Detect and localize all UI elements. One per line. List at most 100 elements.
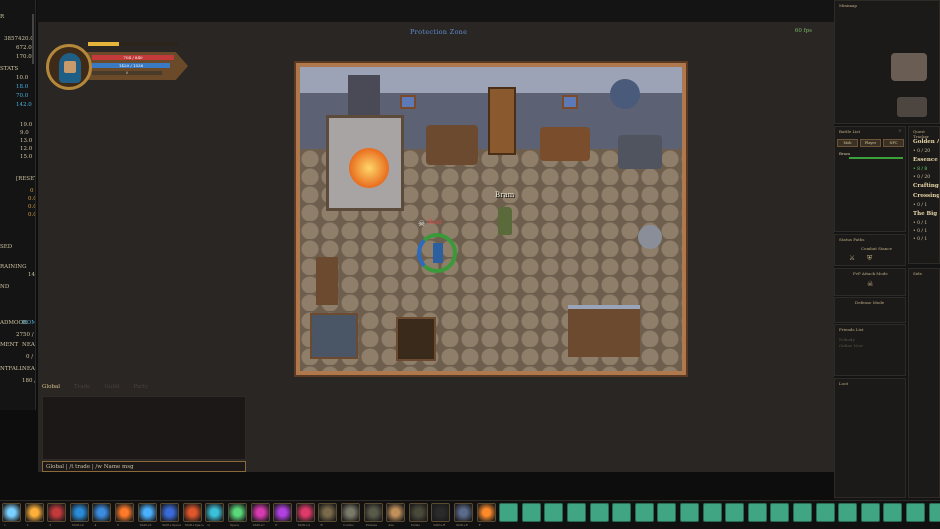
anvil[interactable] [618, 135, 662, 169]
empty-skill-slot[interactable] [838, 503, 858, 522]
mana-bar: 1420 / 1536 [92, 63, 170, 68]
shield-icon [610, 79, 640, 109]
skill-slot[interactable] [228, 503, 247, 522]
empty-skill-slot[interactable] [793, 503, 812, 522]
skill-slot[interactable] [431, 503, 451, 522]
skill-slot[interactable] [386, 503, 406, 522]
armor-crate[interactable] [310, 313, 358, 359]
skill-slot[interactable] [476, 503, 496, 522]
skill-slot[interactable] [47, 503, 67, 522]
chat-tab[interactable]: Guild [104, 384, 119, 394]
empty-skill-slot[interactable] [567, 503, 586, 522]
side-panel: Side [908, 268, 940, 498]
empty-skill-slot[interactable] [499, 503, 519, 522]
empty-skill-slot[interactable] [815, 503, 835, 522]
stat-line: NTFALL [0, 366, 24, 372]
empty-skill-slot[interactable] [860, 503, 880, 522]
zone-label: Protection Zone [410, 28, 468, 36]
skill-keybind: Axe [388, 523, 394, 527]
empty-skill-slot[interactable] [680, 503, 699, 522]
empty-skill-slot[interactable] [747, 503, 767, 522]
smithy-room[interactable]: ☠ Rest Bram [294, 61, 688, 377]
stat-line: 672.0 [16, 45, 32, 51]
stat-line: 10.0 [16, 75, 29, 81]
storage-crate[interactable] [396, 317, 436, 361]
skill-slot[interactable] [363, 503, 383, 522]
sword-icon[interactable]: ⚔ [849, 254, 855, 262]
skill-slot[interactable] [408, 503, 428, 522]
stat-line: 0.0 [28, 204, 36, 210]
empty-skill-slot[interactable] [589, 503, 609, 522]
status-title: Status Paths [839, 237, 865, 242]
empty-skill-slot[interactable] [928, 503, 940, 522]
skill-slot[interactable] [341, 503, 360, 522]
right-sidebar: Minimap Battle List × Mob Player NPC Bram … [834, 0, 940, 500]
battle-entry[interactable]: Bram [839, 151, 850, 156]
chat-tab[interactable]: Trade [74, 384, 90, 394]
skill-slot[interactable] [160, 503, 180, 522]
chat-tab[interactable]: Global [42, 384, 60, 394]
battle-filter-button[interactable]: Mob [837, 139, 858, 147]
skill-slot[interactable] [115, 503, 134, 522]
weapon-rack[interactable] [488, 87, 516, 155]
skill-slot[interactable] [182, 503, 202, 522]
quest-progress: • 0 / 1 [913, 229, 928, 234]
npc-bram[interactable] [498, 207, 512, 235]
skill-slot[interactable] [318, 503, 338, 522]
game-viewport[interactable]: Protection Zone 60 fps 704 / 840 1420 / … [38, 22, 834, 472]
skill-keybind: E [275, 523, 278, 527]
empty-skill-slot[interactable] [657, 503, 677, 522]
loot-title: Loot [839, 381, 849, 386]
stat-line: R [0, 14, 5, 20]
skill-slot[interactable] [295, 503, 315, 522]
battle-filter-button[interactable]: NPC [883, 139, 904, 147]
empty-skill-slot[interactable] [544, 503, 564, 522]
quest-progress: • 8 / 8 [913, 167, 928, 172]
stat-line: HOME [22, 320, 35, 326]
bellows[interactable] [426, 125, 478, 165]
battle-list-panel: Battle List × Mob Player NPC Bram [834, 126, 906, 232]
empty-skill-slot[interactable] [906, 503, 925, 522]
health-bar: 704 / 840 [92, 55, 174, 60]
empty-skill-slot[interactable] [521, 503, 541, 522]
player-portrait[interactable] [46, 44, 92, 90]
chat-tabs: Global Trade Guild Party [42, 384, 148, 394]
chat-window[interactable]: Global Trade Guild Party Global | /t trade … [42, 384, 246, 472]
quest-progress: • 0 / 1 [913, 203, 928, 208]
stamina-bar [88, 42, 178, 46]
skill-slot[interactable] [2, 503, 21, 522]
skill-slot[interactable] [69, 503, 89, 522]
experience-bar: 0 [92, 71, 162, 75]
stat-line: 3857420.0 [4, 36, 34, 42]
minimap-panel[interactable]: Minimap [834, 0, 940, 124]
battle-filter-button[interactable]: Player [860, 139, 881, 147]
skill-slot[interactable] [24, 503, 44, 522]
sword-rack[interactable] [568, 305, 640, 357]
skill-keybind: Q [207, 523, 210, 527]
empty-skill-slot[interactable] [702, 503, 722, 522]
empty-skill-slot[interactable] [725, 503, 745, 522]
player-character[interactable] [417, 233, 457, 273]
scrollbar[interactable] [32, 14, 34, 64]
empty-skill-slot[interactable] [770, 503, 790, 522]
skill-keybind: Space [230, 523, 240, 527]
skill-slot[interactable] [454, 503, 473, 522]
skill-slot[interactable] [273, 503, 293, 522]
empty-skill-slot[interactable] [883, 503, 903, 522]
empty-skill-slot[interactable] [612, 503, 632, 522]
forge[interactable] [318, 75, 406, 215]
chat-input[interactable]: Global | /t trade | /w Name msg [42, 461, 246, 472]
skill-slot[interactable] [137, 503, 157, 522]
empty-skill-slot[interactable] [634, 503, 654, 522]
skill-slot[interactable] [250, 503, 270, 522]
skill-keybind: R [320, 523, 323, 527]
skill-slot[interactable] [92, 503, 112, 522]
chat-log [42, 396, 246, 460]
skill-slot[interactable] [205, 503, 225, 522]
skull-icon[interactable]: ☠ [867, 280, 873, 288]
skill-keybind: Shift+X [139, 523, 152, 527]
close-icon[interactable]: × [898, 128, 902, 134]
chat-tab[interactable]: Party [133, 384, 148, 394]
shield-icon[interactable]: ⛨ [867, 254, 872, 263]
grindstone[interactable] [540, 127, 590, 161]
